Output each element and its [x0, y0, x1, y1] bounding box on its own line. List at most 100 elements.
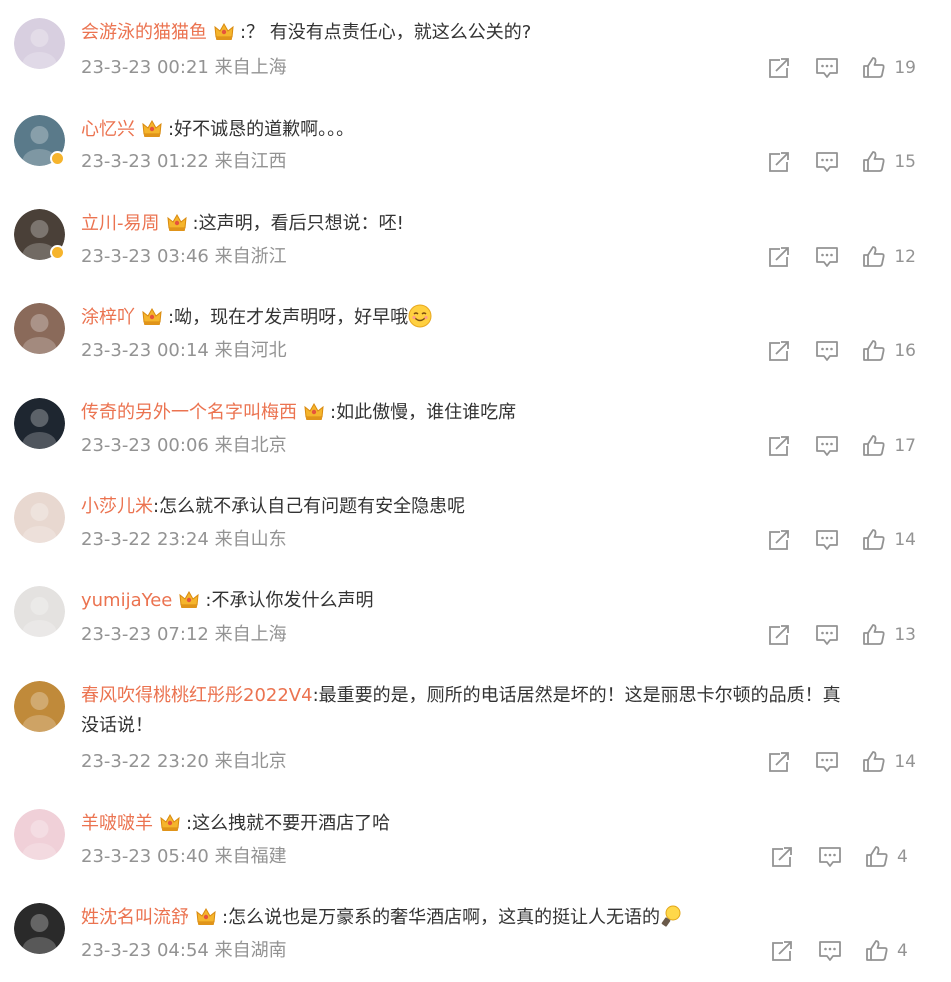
comment-text: :这么拽就不要开酒店了哈 [186, 813, 391, 834]
avatar[interactable] [14, 681, 65, 732]
comment-meta: 23-3-23 07:12 来自上海 [81, 624, 287, 646]
comment-text: :呦，现在才发声明呀，好早哦 [168, 307, 409, 328]
reply-button[interactable] [814, 150, 840, 174]
like-count: 15 [894, 152, 916, 172]
reply-button[interactable] [814, 623, 840, 647]
comment-icon [816, 530, 839, 550]
username-link[interactable]: 会游泳的猫猫鱼 [81, 22, 207, 43]
location: 来自北京 [214, 435, 287, 456]
reply-button[interactable] [817, 939, 843, 963]
share-button[interactable] [766, 750, 792, 774]
like-icon [863, 151, 885, 172]
share-icon [772, 941, 792, 961]
avatar[interactable] [14, 398, 65, 449]
comment-content: 立川-易周:这声明，看后只想说：呸! [81, 209, 911, 239]
username-link[interactable]: 姓沈名叫流舒 [81, 907, 189, 928]
crown-badge-icon [142, 307, 162, 325]
username-link[interactable]: 小莎儿米 [81, 496, 153, 517]
share-button[interactable] [766, 434, 792, 458]
like-count: 14 [894, 530, 916, 550]
avatar[interactable] [14, 809, 65, 860]
comment-actions: 17 [766, 434, 916, 458]
comment-text-continued: 没话说！ [81, 715, 153, 736]
username-link[interactable]: 春风吹得桃桃红彤彤2022V4 [81, 685, 313, 706]
crown-badge-icon [160, 813, 180, 831]
reply-button[interactable] [817, 845, 843, 869]
comment-text: :怎么就不承认自己有问题有安全隐患呢 [153, 496, 466, 517]
comment-meta: 23-3-22 23:20 来自北京 [81, 751, 287, 773]
comment-content: 会游泳的猫猫鱼:？ 有没有点责任心，就这么公关的? [81, 18, 911, 48]
comment-icon [816, 752, 839, 772]
comment-icon [819, 847, 841, 867]
like-button[interactable]: 16 [862, 339, 916, 363]
like-button[interactable]: 15 [862, 150, 916, 174]
like-icon [863, 624, 885, 645]
like-button[interactable]: 14 [862, 528, 916, 552]
share-button[interactable] [766, 528, 792, 552]
avatar[interactable] [14, 303, 65, 354]
smile-emoji-icon [408, 304, 432, 328]
like-button[interactable]: 17 [862, 434, 916, 458]
reply-button[interactable] [814, 339, 840, 363]
like-button[interactable]: 4 [865, 939, 916, 963]
share-icon [769, 247, 790, 267]
crown-badge-icon [166, 213, 187, 231]
timestamp: 23-3-23 07:12 [81, 624, 209, 645]
share-button[interactable] [766, 339, 792, 363]
like-button[interactable]: 19 [862, 56, 916, 80]
avatar[interactable] [14, 586, 65, 637]
avatar[interactable] [14, 903, 65, 954]
timestamp: 23-3-23 00:06 [81, 435, 209, 456]
share-button[interactable] [766, 623, 792, 647]
like-button[interactable]: 13 [862, 623, 916, 647]
username-link[interactable]: 羊啵啵羊 [81, 813, 153, 834]
comment-actions: 13 [766, 623, 916, 647]
share-button[interactable] [766, 245, 792, 269]
reply-button[interactable] [814, 528, 840, 552]
username-link[interactable]: 传奇的另外一个名字叫梅西 [81, 402, 297, 423]
comment-meta: 23-3-22 23:24 来自山东 [81, 529, 287, 551]
like-count: 4 [897, 941, 908, 961]
comment-content: 心忆兴:好不诚恳的道歉啊。。。 [81, 115, 911, 145]
share-button[interactable] [769, 845, 795, 869]
reply-button[interactable] [814, 56, 840, 80]
avatar[interactable] [14, 18, 65, 69]
username-link[interactable]: 涂梓吖 [81, 307, 135, 328]
timestamp: 23-3-22 23:24 [81, 529, 209, 550]
share-button[interactable] [769, 939, 795, 963]
username-link[interactable]: 立川-易周 [81, 213, 160, 234]
comment-meta: 23-3-23 01:22 来自江西 [81, 151, 287, 173]
reply-button[interactable] [814, 750, 840, 774]
comment-content: yumijaYee:不承认你发什么声明 [81, 586, 911, 616]
share-icon [769, 58, 790, 78]
like-button[interactable]: 12 [862, 245, 916, 269]
comment-meta: 23-3-23 04:54 来自湖南 [81, 940, 287, 962]
timestamp: 23-3-23 05:40 [81, 846, 209, 867]
username-link[interactable]: 心忆兴 [81, 119, 135, 140]
like-icon [863, 340, 885, 361]
share-button[interactable] [766, 56, 792, 80]
username-link[interactable]: yumijaYee [81, 590, 172, 611]
like-count: 16 [894, 341, 916, 361]
comment-actions: 4 [769, 845, 916, 869]
crown-badge-icon [304, 402, 324, 420]
share-button[interactable] [766, 150, 792, 174]
share-icon [769, 752, 790, 772]
like-button[interactable]: 4 [865, 845, 916, 869]
like-button[interactable]: 14 [862, 750, 916, 774]
avatar[interactable] [14, 492, 65, 543]
comment-text: :如此傲慢，谁住谁吃席 [330, 402, 517, 423]
reply-button[interactable] [814, 245, 840, 269]
comment-content: 姓沈名叫流舒:怎么说也是万豪系的奢华酒店啊，这真的挺让人无语的 [81, 903, 911, 933]
location: 来自北京 [214, 751, 287, 772]
share-icon [769, 530, 790, 550]
crown-badge-icon [142, 119, 162, 137]
comment-icon [816, 58, 839, 78]
share-icon [769, 625, 790, 645]
comment-actions: 4 [769, 939, 916, 963]
comment-content: 涂梓吖 :呦，现在才发声明呀，好早哦 [81, 303, 911, 333]
like-icon [866, 940, 888, 961]
location: 来自湖南 [214, 940, 287, 961]
comment-list: 会游泳的猫猫鱼:？ 有没有点责任心，就这么公关的? 23-3-23 00:21 来… [0, 0, 951, 982]
reply-button[interactable] [814, 434, 840, 458]
